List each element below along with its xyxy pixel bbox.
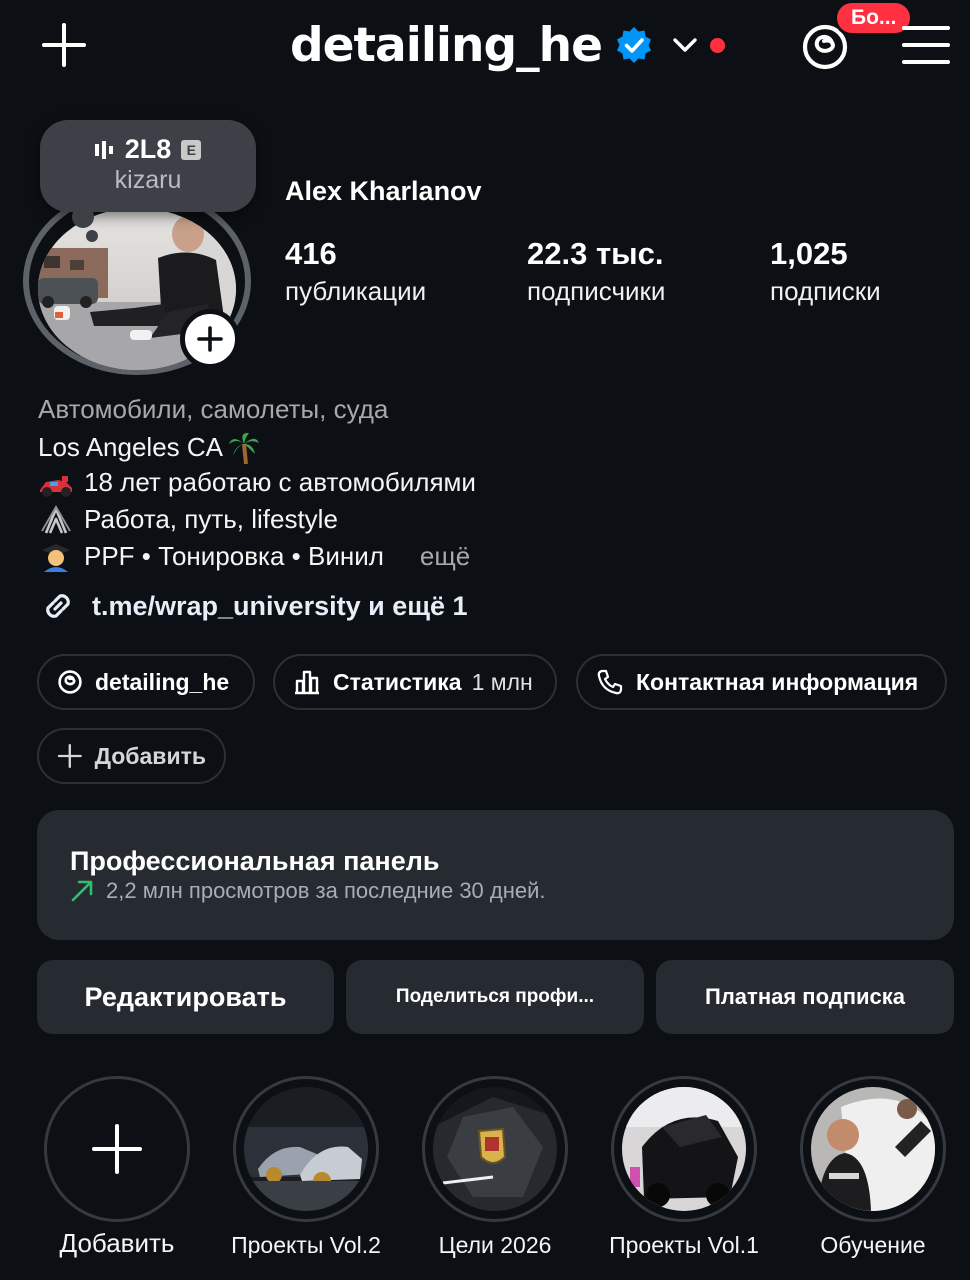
chevron-down-icon[interactable] [672,35,698,55]
note-bubble-tail [72,206,94,228]
link-icon [46,594,70,618]
bio-line-experience: 18 лет работаю с автомобилями [38,467,476,498]
highlight-cover-image [811,1087,935,1211]
posts-count[interactable]: 416 публикации [285,236,426,307]
bio-link[interactable]: t.me/wrap_university и ещё 1 [38,586,468,626]
music-bars-icon [94,140,113,159]
following-count[interactable]: 1,025 подписки [770,236,881,307]
bio-text: Работа, путь, lifestyle [84,504,338,534]
bio-text: PPF • Тонировка • Винил [84,541,384,571]
highlight-cover-image [244,1087,368,1211]
trend-up-icon [71,880,93,902]
plus-icon [197,326,223,352]
menu-icon[interactable] [902,24,950,66]
add-button[interactable]: Добавить [37,728,226,784]
contact-info-button[interactable]: Контактная информация [576,654,947,710]
plus-icon [92,1124,142,1174]
edit-profile-button[interactable]: Редактировать [37,960,334,1034]
bio-category: Автомобили, самолеты, суда [38,394,389,424]
highlight-add[interactable]: Добавить [44,1076,190,1258]
bar-chart-icon [295,670,319,695]
threads-icon [58,670,82,694]
plus-icon [57,743,82,769]
bio-text: 18 лет работаю с автомобилями [84,467,476,497]
highlight-item[interactable]: Обучение [800,1076,946,1258]
add-story-button[interactable] [180,309,240,369]
note-song: 2L8 [124,134,172,164]
palm-tree-icon [229,432,260,464]
add-label: Добавить [94,742,206,769]
paid-subscription-button[interactable]: Платная подписка [656,960,954,1034]
bio-location-line: Los Angeles CA [38,430,261,464]
followers-count[interactable]: 22.3 тыс. подписчики [527,236,665,307]
create-post-button[interactable] [38,20,90,70]
highlight-item[interactable]: Проекты Vol.1 [609,1076,759,1258]
dashboard-title: Профессиональная панель [70,846,440,876]
share-profile-button[interactable]: Поделиться профи... [346,960,644,1034]
stat-value: 22.3 тыс. [527,236,664,271]
insights-value: 1 млн [471,668,533,695]
note-artist: kizaru [114,166,182,194]
insights-label: Статистика [333,668,462,695]
stat-label: подписки [770,276,881,306]
stat-label: подписчики [527,276,666,306]
account-switcher[interactable]: detailing_he [290,14,725,76]
highlight-item[interactable]: Цели 2026 [422,1076,568,1258]
dashboard-subtitle-row: 2,2 млн просмотров за последние 30 дней. [70,878,546,904]
highlight-cover-image [622,1087,746,1211]
bio-line-services: PPF • Тонировка • Винил ещё [38,541,470,572]
note-bubble-tail-small [86,230,98,242]
phone-icon [597,669,623,695]
bio-line-lifestyle: Работа, путь, lifestyle [38,504,338,535]
bio-location: Los Angeles CA [38,431,224,462]
profile-full-name: Alex Kharlanov [285,176,482,206]
dashboard-subtitle: 2,2 млн просмотров за последние 30 дней. [106,878,546,903]
explicit-badge: E [181,139,202,160]
highlight-label: Обучение [820,1232,926,1258]
stat-value: 416 [285,236,337,271]
bio-link-text: t.me/wrap_university и ещё 1 [92,590,468,621]
student-icon [42,543,70,572]
stat-label: публикации [285,276,427,306]
stat-value: 1,025 [770,236,848,271]
race-car-icon [40,475,72,497]
verified-badge-icon [616,27,651,63]
insights-button[interactable]: Статистика 1 млн [273,654,557,710]
username-title: detailing_he [290,17,603,73]
contact-label: Контактная информация [636,668,919,695]
paperclip-icon [41,504,71,534]
bio-more-link[interactable]: ещё [420,541,470,572]
highlight-cover-image [433,1087,557,1211]
threads-profile-button[interactable]: detailing_he [37,654,255,710]
threads-pill-label: detailing_he [95,668,230,695]
notification-dot [709,37,725,53]
note-song-row: 2L8 E [40,134,256,165]
highlight-item[interactable]: Проекты Vol.2 [231,1076,381,1258]
